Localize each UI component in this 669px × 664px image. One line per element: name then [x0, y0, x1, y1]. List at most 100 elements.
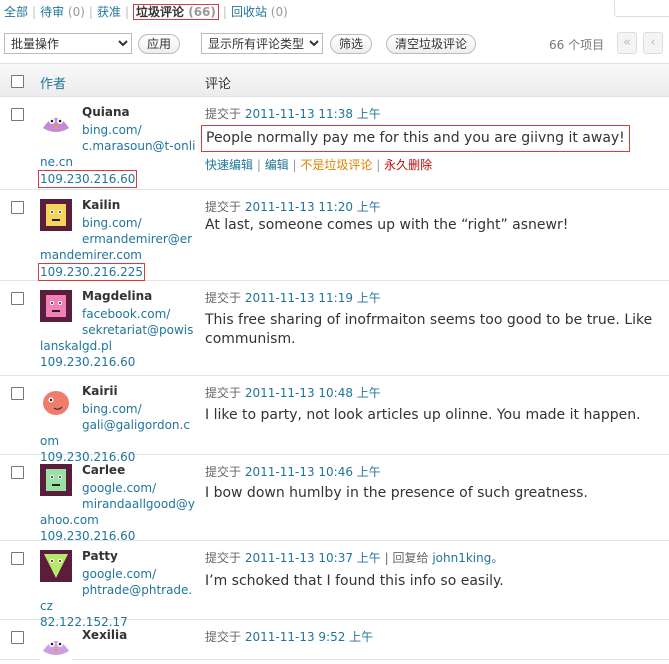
- author-url[interactable]: facebook.com/: [40, 306, 196, 322]
- comment-date-link[interactable]: 2011-11-13 9:52 上午: [245, 630, 373, 644]
- author-name: Magdelina: [82, 289, 153, 303]
- items-count: 66 个项目: [549, 38, 605, 52]
- table-row: Quiana bing.com/ c.marasoun@t-online.cn …: [0, 97, 669, 190]
- row-checkbox[interactable]: [11, 466, 24, 479]
- table-row: Magdelina facebook.com/ sekretariat@powi…: [0, 281, 669, 376]
- quick-edit-link[interactable]: 快速编辑: [205, 158, 253, 172]
- author-info: facebook.com/ sekretariat@powislanskalgd…: [40, 306, 196, 370]
- author-name: Carlee: [82, 463, 126, 477]
- author-url[interactable]: bing.com/: [40, 122, 196, 138]
- table-row: Kailin bing.com/ ermandemirer@ermandemir…: [0, 190, 669, 281]
- apply-button[interactable]: 应用: [138, 34, 181, 54]
- filter-spam: 垃圾评论: [136, 5, 185, 19]
- comment-date-link[interactable]: 2011-11-13 10:37 上午: [245, 551, 381, 565]
- separator: |: [88, 5, 93, 19]
- filter-all[interactable]: 全部: [4, 5, 28, 19]
- row-checkbox[interactable]: [11, 552, 24, 565]
- submitted-prefix: 提交于: [205, 386, 242, 400]
- row-checkbox[interactable]: [11, 201, 24, 214]
- comment-type-select[interactable]: 显示所有评论类型: [201, 33, 323, 54]
- row-checkbox[interactable]: [11, 631, 24, 644]
- delete-permanently-link[interactable]: 永久删除: [384, 158, 432, 172]
- author-name: Kairii: [82, 384, 118, 398]
- author-email[interactable]: mirandaallgood@yahoo.com: [40, 496, 196, 528]
- row-actions: 快速编辑 | 编辑 | 不是垃圾评论 | 永久删除: [205, 158, 433, 172]
- row-checkbox[interactable]: [11, 108, 24, 121]
- select-all-checkbox[interactable]: [11, 75, 24, 88]
- author-email[interactable]: sekretariat@powislanskalgd.pl: [40, 322, 196, 354]
- filter-pending-count: (0): [67, 5, 85, 19]
- avatar: [40, 629, 72, 661]
- submitted-on: 提交于 2011-11-13 9:52 上午: [205, 628, 373, 645]
- table-row: Xexilia 提交于 2011-11-13 9:52 上午: [0, 620, 669, 661]
- author-ip[interactable]: 109.230.216.60: [38, 170, 138, 188]
- comment-text: This free sharing of inofrmaiton seems t…: [205, 312, 653, 347]
- submitted-prefix: 提交于: [205, 107, 242, 121]
- row-checkbox[interactable]: [11, 387, 24, 400]
- author-name: Xexilia: [82, 628, 128, 642]
- table-row: Kairii bing.com/ gali@galigordon.com 109…: [0, 376, 669, 464]
- row-checkbox[interactable]: [11, 292, 24, 305]
- edit-link[interactable]: 编辑: [265, 158, 289, 172]
- submitted-on: 提交于 2011-11-13 10:48 上午: [205, 384, 381, 401]
- author-name: Quiana: [82, 105, 130, 119]
- empty-spam-button[interactable]: 清空垃圾评论: [386, 34, 477, 54]
- table-row: Carlee google.com/ mirandaallgood@yahoo.…: [0, 455, 669, 544]
- submitted-prefix: 提交于: [205, 465, 242, 479]
- column-comment: 评论: [205, 77, 232, 92]
- comment-text: At last, someone comes up with the “righ…: [205, 217, 569, 233]
- comment-text: I’m schoked that I found this info so ea…: [205, 573, 504, 589]
- author-email[interactable]: phtrade@phtrade.cz: [40, 582, 196, 614]
- filter-trash[interactable]: 回收站: [231, 5, 267, 19]
- author-info: google.com/ mirandaallgood@yahoo.com 109…: [40, 480, 196, 544]
- bulk-action-select[interactable]: 批量操作: [4, 33, 132, 54]
- submitted-on: 提交于 2011-11-13 10:46 上午: [205, 463, 381, 480]
- filter-pending[interactable]: 待审: [40, 5, 64, 19]
- comment-text: I like to party, not look articles up ol…: [205, 407, 641, 423]
- filter-button[interactable]: 筛选: [330, 34, 373, 54]
- author-email[interactable]: ermandemirer@ermandemirer.com: [40, 231, 196, 263]
- author-email[interactable]: c.marasoun@t-online.cn: [40, 138, 196, 170]
- author-url[interactable]: bing.com/: [40, 401, 196, 417]
- submitted-on: 提交于 2011-11-13 10:37 上午 | 回复给 john1king。: [205, 549, 503, 566]
- author-ip[interactable]: 109.230.216.60: [40, 354, 135, 370]
- comment-date-link[interactable]: 2011-11-13 10:46 上午: [245, 465, 381, 479]
- table-header: 作者 评论: [0, 63, 669, 97]
- separator: |: [124, 5, 130, 19]
- submitted-on: 提交于 2011-11-13 11:19 上午: [205, 289, 381, 306]
- comment-date-link[interactable]: 2011-11-13 11:19 上午: [245, 291, 381, 305]
- submitted-on: 提交于 2011-11-13 11:38 上午: [205, 105, 381, 122]
- submitted-prefix: 提交于: [205, 630, 242, 644]
- comment-date-link[interactable]: 2011-11-13 11:20 上午: [245, 200, 381, 214]
- search-input[interactable]: [614, 0, 669, 17]
- author-url[interactable]: bing.com/: [40, 215, 196, 231]
- author-ip[interactable]: 109.230.216.225: [38, 263, 146, 281]
- comment-date-link[interactable]: 2011-11-13 10:48 上午: [245, 386, 381, 400]
- filter-approved[interactable]: 获准: [97, 5, 121, 19]
- comment-text: People normally pay me for this and you …: [201, 125, 630, 152]
- submitted-prefix: 提交于: [205, 551, 242, 565]
- comment-text: I bow down humlby in the presence of suc…: [205, 485, 588, 501]
- author-url[interactable]: google.com/: [40, 566, 196, 582]
- reply-to-link[interactable]: john1king。: [432, 551, 503, 565]
- author-name: Kailin: [82, 198, 121, 212]
- author-info: bing.com/ c.marasoun@t-online.cn 109.230…: [38, 122, 196, 188]
- prev-page-button[interactable]: ‹: [643, 32, 663, 54]
- author-info: bing.com/ ermandemirer@ermandemirer.com …: [38, 215, 196, 281]
- author-url[interactable]: google.com/: [40, 480, 196, 496]
- comment-date-link[interactable]: 2011-11-13 11:38 上午: [245, 107, 381, 121]
- status-filters: 全部 | 待审 (0) | 获准 | 垃圾评论 (66) | 回收站 (0): [4, 3, 288, 20]
- author-name: Patty: [82, 549, 118, 563]
- author-email[interactable]: gali@galigordon.com: [40, 417, 196, 449]
- submitted-prefix: 提交于: [205, 291, 242, 305]
- submitted-on: 提交于 2011-11-13 11:20 上午: [205, 198, 381, 215]
- separator: |: [32, 5, 37, 19]
- reply-prefix: | 回复给: [384, 551, 429, 565]
- table-nav: 批量操作 应用 显示所有评论类型 筛选 清空垃圾评论 66 个项目 « ‹: [4, 32, 669, 56]
- not-spam-link[interactable]: 不是垃圾评论: [300, 158, 372, 172]
- first-page-button[interactable]: «: [617, 32, 637, 54]
- filter-spam-current[interactable]: 垃圾评论 (66): [133, 4, 219, 20]
- column-author[interactable]: 作者: [40, 73, 66, 92]
- filter-trash-count: (0): [270, 5, 288, 19]
- filter-spam-count: (66): [188, 5, 216, 19]
